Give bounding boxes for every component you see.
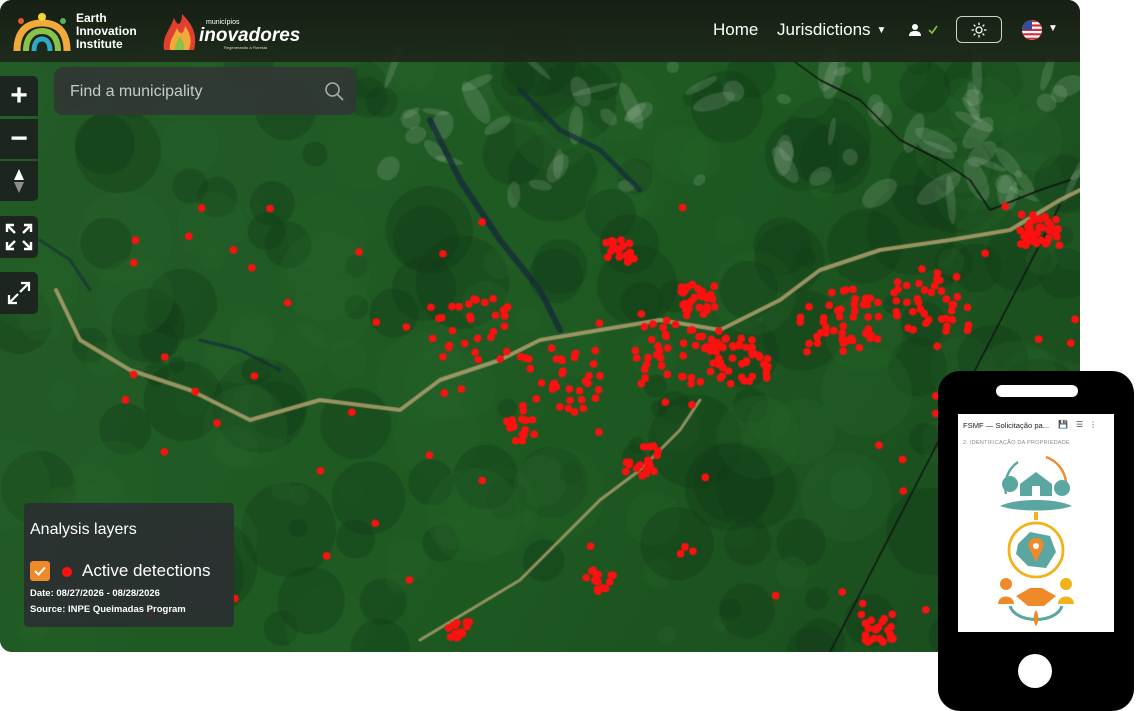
fullscreen-icon [5, 223, 33, 251]
municipios-inovadores-logo[interactable] [160, 12, 200, 52]
nav-home[interactable]: Home [713, 20, 758, 40]
municipality-search [54, 67, 356, 115]
list-icon[interactable]: ☰ [1076, 420, 1083, 429]
chevron-down-icon: ▼ [1048, 23, 1058, 34]
compass-button[interactable] [0, 161, 38, 201]
partner-tagline: Regenerando a Floresta [224, 45, 268, 50]
active-detections-checkbox[interactable] [30, 561, 50, 581]
analysis-layers-panel: Analysis layers Active detections Date: … [24, 503, 234, 627]
zoom-out-button[interactable]: − [0, 119, 38, 159]
phone-home-button[interactable] [1018, 654, 1052, 688]
app-toolbar: 💾 ☰ ⋮ [1058, 420, 1097, 429]
expand-icon [7, 281, 31, 305]
phone-speaker [996, 385, 1078, 397]
nav-jurisdictions[interactable]: Jurisdictions ▼ [777, 20, 886, 41]
user-menu[interactable] [908, 22, 942, 38]
property-icons-illustration [998, 455, 1074, 626]
user-icon [909, 24, 921, 36]
partner-name: inovadores [199, 25, 301, 46]
layer-label: Active detections [82, 561, 211, 580]
legend-source: Source: INPE Queimadas Program [30, 604, 186, 615]
expand-button[interactable] [0, 272, 38, 314]
us-flag-icon [1022, 20, 1042, 40]
phone-mockup: FSMF — Solicitação pa... 💾 ☰ ⋮ 2. IDENTIFI… [938, 371, 1134, 711]
earth-innovation-logo[interactable] [12, 9, 72, 53]
theme-toggle-button[interactable] [956, 16, 1002, 43]
brand-line-3: Institute [76, 37, 123, 51]
legend-date: Date: 08/27/2026 - 08/28/2026 [30, 588, 160, 599]
fullscreen-button[interactable] [0, 216, 38, 258]
detection-dot-icon [62, 567, 72, 577]
language-selector[interactable]: ▼ [1021, 19, 1061, 41]
top-header: Earth Innovation Institute municípios in… [0, 0, 1080, 62]
legend-title: Analysis layers [30, 521, 137, 538]
check-icon [928, 25, 938, 35]
nav-jurisdictions-label: Jurisdictions [777, 20, 871, 39]
zoom-in-button[interactable]: + [0, 76, 38, 116]
save-icon[interactable]: 💾 [1058, 420, 1068, 429]
checkmark-icon [34, 566, 46, 576]
map-frame: Earth Innovation Institute municípios in… [0, 0, 1080, 652]
phone-screen: FSMF — Solicitação pa... 💾 ☰ ⋮ 2. IDENTIFI… [958, 414, 1114, 632]
search-input[interactable] [68, 79, 322, 105]
app-title: FSMF — Solicitação pa... [963, 421, 1050, 430]
more-icon[interactable]: ⋮ [1089, 420, 1097, 429]
brand-name: Earth Innovation Institute [76, 12, 137, 51]
sun-icon [971, 22, 987, 37]
compass-icon [14, 169, 24, 193]
search-icon[interactable] [324, 81, 344, 101]
chevron-down-icon: ▼ [876, 25, 887, 36]
section-heading: 2. IDENTIFICAÇÃO DA PROPRIEDADE [963, 440, 1070, 446]
